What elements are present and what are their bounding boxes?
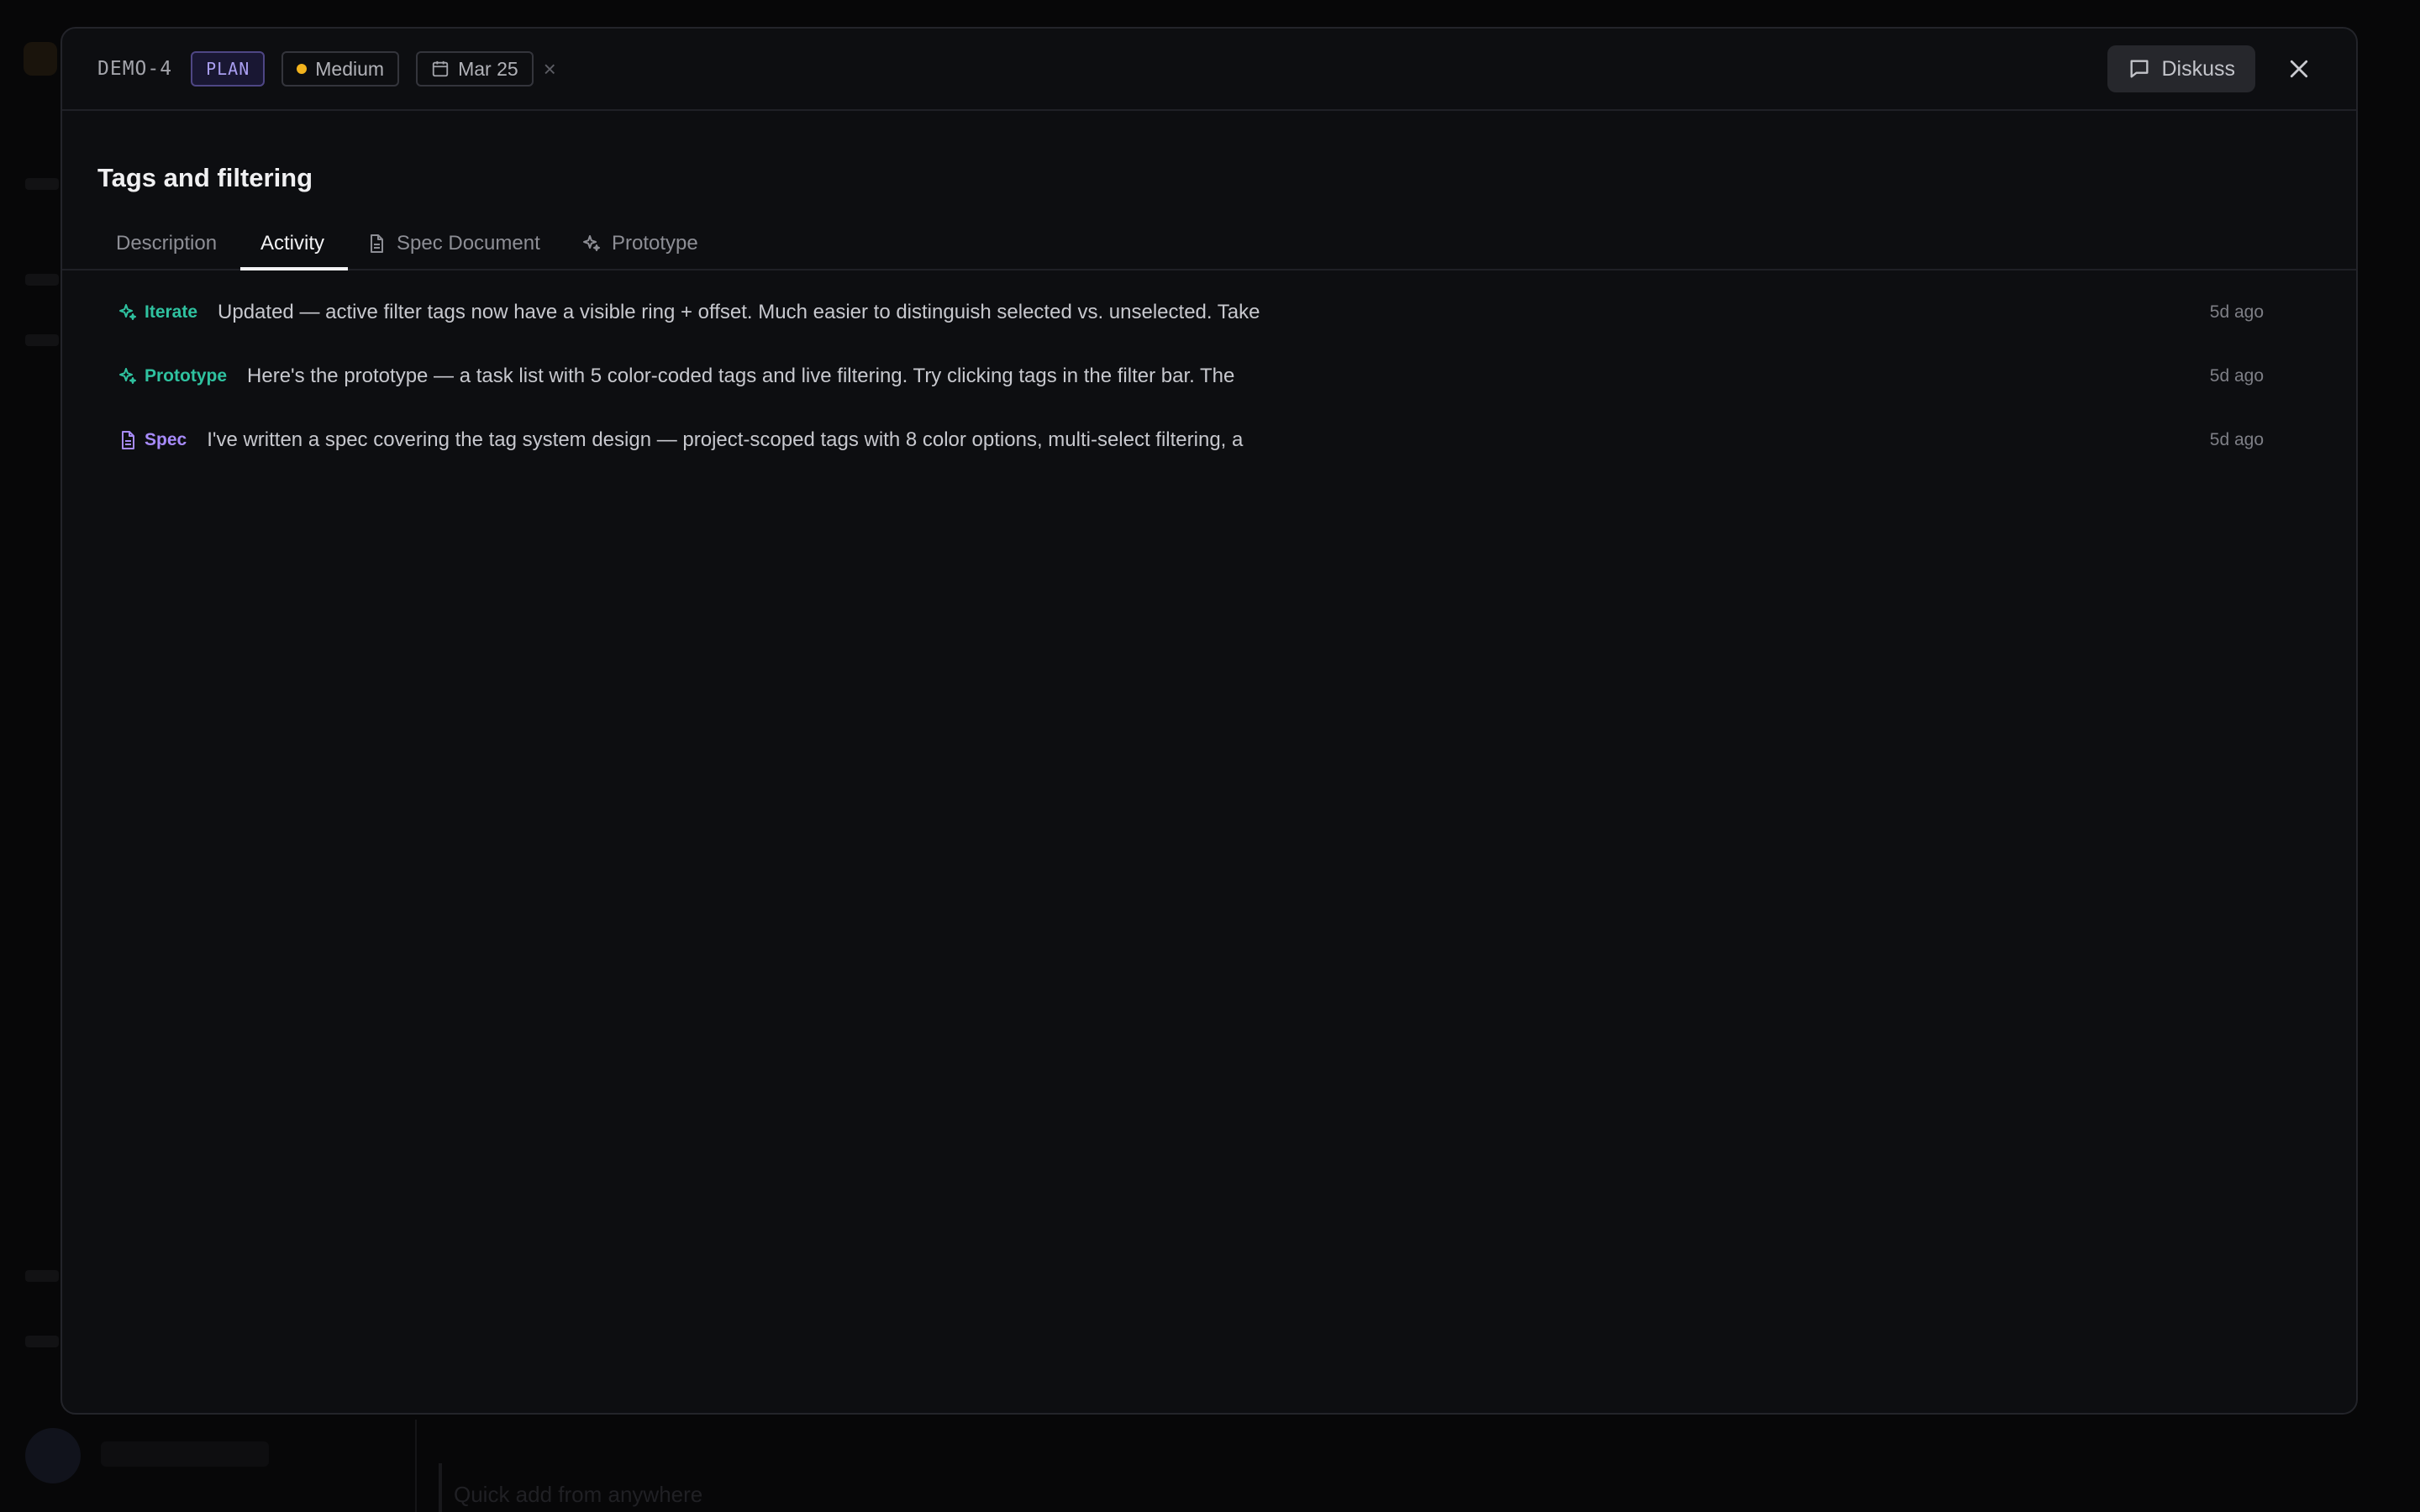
- discuss-button-label: Diskuss: [2161, 56, 2235, 81]
- calendar-icon: [432, 60, 449, 77]
- tab-label: Description: [116, 232, 218, 255]
- tab-spec-document[interactable]: Spec Document: [366, 218, 540, 269]
- tab-prototype[interactable]: Prototype: [581, 218, 698, 269]
- sidebar-line: [25, 334, 59, 346]
- activity-timestamp: 5d ago: [2209, 302, 2264, 322]
- user-avatar[interactable]: [25, 1428, 81, 1483]
- activity-type-label: Spec: [145, 430, 187, 449]
- activity-item[interactable]: Spec I've written a spec covering the ta…: [118, 422, 2264, 459]
- sparkles-icon: [119, 368, 136, 384]
- sidebar-line: [25, 1336, 59, 1347]
- due-date-label: Mar 25: [458, 57, 518, 80]
- tab-bar: Description Activity Spec Document Proto…: [62, 218, 2356, 270]
- quick-add-accent: [439, 1463, 442, 1512]
- discuss-button[interactable]: Diskuss: [2107, 45, 2255, 92]
- tab-description[interactable]: Description: [116, 218, 217, 269]
- issue-detail-modal: DEMO-4 PLAN Medium Mar 25 × Diskuss Tags…: [60, 27, 2358, 1415]
- tab-activity[interactable]: Activity: [260, 218, 324, 269]
- priority-dot-icon: [297, 64, 308, 74]
- tab-label: Spec Document: [397, 232, 540, 255]
- activity-item[interactable]: Iterate Updated — active filter tags now…: [118, 294, 2264, 331]
- issue-title[interactable]: Tags and filtering: [97, 163, 313, 193]
- activity-type-badge: Iterate: [118, 302, 197, 323]
- activity-type-badge: Prototype: [118, 366, 227, 386]
- stage-badge[interactable]: PLAN: [191, 51, 266, 87]
- activity-type-label: Iterate: [145, 302, 198, 322]
- close-button[interactable]: [2275, 45, 2323, 92]
- tab-label: Activity: [260, 232, 325, 255]
- sidebar-line: [25, 1270, 59, 1282]
- activity-timestamp: 5d ago: [2209, 366, 2264, 386]
- active-tab-indicator: [240, 267, 348, 270]
- due-date-chip[interactable]: Mar 25: [416, 51, 534, 87]
- priority-label: Medium: [315, 57, 385, 80]
- close-icon: [2290, 60, 2308, 78]
- sidebar-divider: [415, 1420, 417, 1512]
- clear-date-button[interactable]: ×: [544, 56, 556, 82]
- activity-type-badge: Spec: [118, 430, 187, 450]
- priority-chip[interactable]: Medium: [281, 51, 400, 87]
- user-name: [101, 1441, 269, 1467]
- sparkles-icon: [119, 304, 136, 320]
- activity-text: Updated — active filter tags now have a …: [218, 301, 1260, 323]
- sidebar-line: [25, 178, 59, 190]
- modal-header: DEMO-4 PLAN Medium Mar 25 × Diskuss: [62, 29, 2356, 111]
- quick-add-hint: Quick add from anywhere: [454, 1482, 703, 1507]
- sparkles-icon: [583, 235, 600, 251]
- document-icon: [371, 234, 383, 253]
- message-square-icon: [2130, 60, 2149, 78]
- tab-label: Prototype: [612, 232, 698, 255]
- sidebar-line: [25, 274, 59, 286]
- app-logo: [24, 42, 57, 76]
- document-icon: [122, 431, 134, 449]
- issue-id: DEMO-4: [97, 58, 173, 80]
- activity-text: I've written a spec covering the tag sys…: [207, 428, 1244, 451]
- activity-timestamp: 5d ago: [2209, 430, 2264, 449]
- activity-type-label: Prototype: [145, 366, 228, 386]
- activity-text: Here's the prototype — a task list with …: [247, 365, 1235, 387]
- activity-item[interactable]: Prototype Here's the prototype — a task …: [118, 358, 2264, 395]
